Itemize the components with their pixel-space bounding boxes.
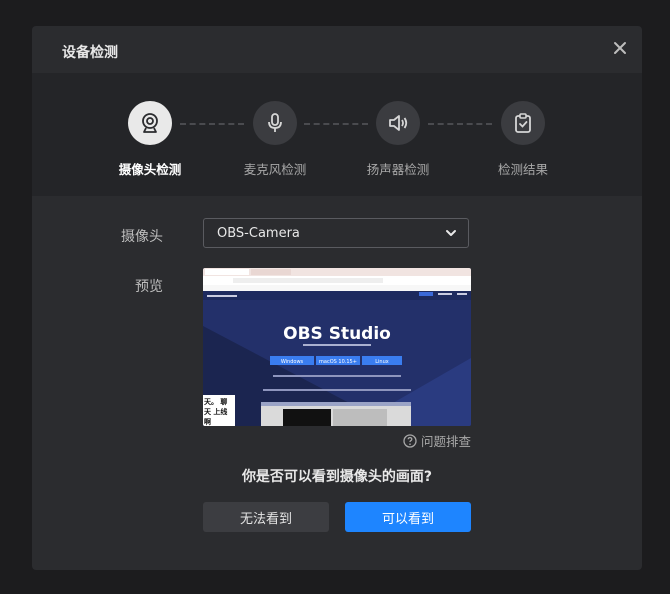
camera-select[interactable]: OBS-Camera (203, 218, 469, 248)
troubleshoot-label: 问题排查 (420, 434, 471, 449)
preview-button-label: macOS 10.15+ (319, 359, 357, 365)
speaker-icon (376, 101, 420, 145)
cannot-see-button[interactable]: 无法看到 (203, 502, 329, 532)
clipboard-check-icon (501, 101, 545, 145)
step-label: 摄像头检测 (118, 162, 182, 177)
microphone-icon (253, 101, 297, 145)
preview-button-label: Windows (281, 359, 304, 365)
troubleshoot-link[interactable]: 问题排查 (403, 431, 471, 450)
preview-heading: OBS Studio (283, 324, 391, 344)
dialog-title: 设备检测 (62, 45, 118, 61)
preview-label: 预览 (135, 279, 163, 295)
step-label: 扬声器检测 (366, 162, 430, 177)
step-result[interactable]: 检测结果 (463, 101, 583, 178)
question-circle-icon (403, 433, 417, 448)
step-label: 麦克风检测 (243, 162, 307, 177)
visibility-question: 你是否可以看到摄像头的画面? (241, 469, 433, 485)
step-microphone[interactable]: 麦克风检测 (215, 101, 335, 178)
preview-overlay-text: 天。 聊天 上线啊 (204, 398, 228, 426)
step-label: 检测结果 (497, 162, 548, 177)
steps-bar: 摄像头检测 麦克风检测 扬声器检测 检测结果 (32, 73, 642, 196)
device-check-dialog: 设备检测 摄像头检测 麦克风检测 扬声器检测 检测结果 摄像头 OBS-Came… (32, 26, 642, 570)
camera-label: 摄像头 (121, 229, 163, 245)
step-speaker[interactable]: 扬声器检测 (338, 101, 458, 178)
camera-preview: OBS Studio Windows macOS 10.15+ Linux 天。… (203, 268, 471, 426)
can-see-button[interactable]: 可以看到 (345, 502, 471, 532)
camera-selected-value: OBS-Camera (217, 225, 300, 241)
chevron-down-icon (446, 230, 456, 236)
preview-button-label: Linux (375, 359, 389, 365)
step-camera[interactable]: 摄像头检测 (90, 101, 210, 178)
close-icon[interactable] (612, 40, 628, 56)
webcam-icon (128, 101, 172, 145)
